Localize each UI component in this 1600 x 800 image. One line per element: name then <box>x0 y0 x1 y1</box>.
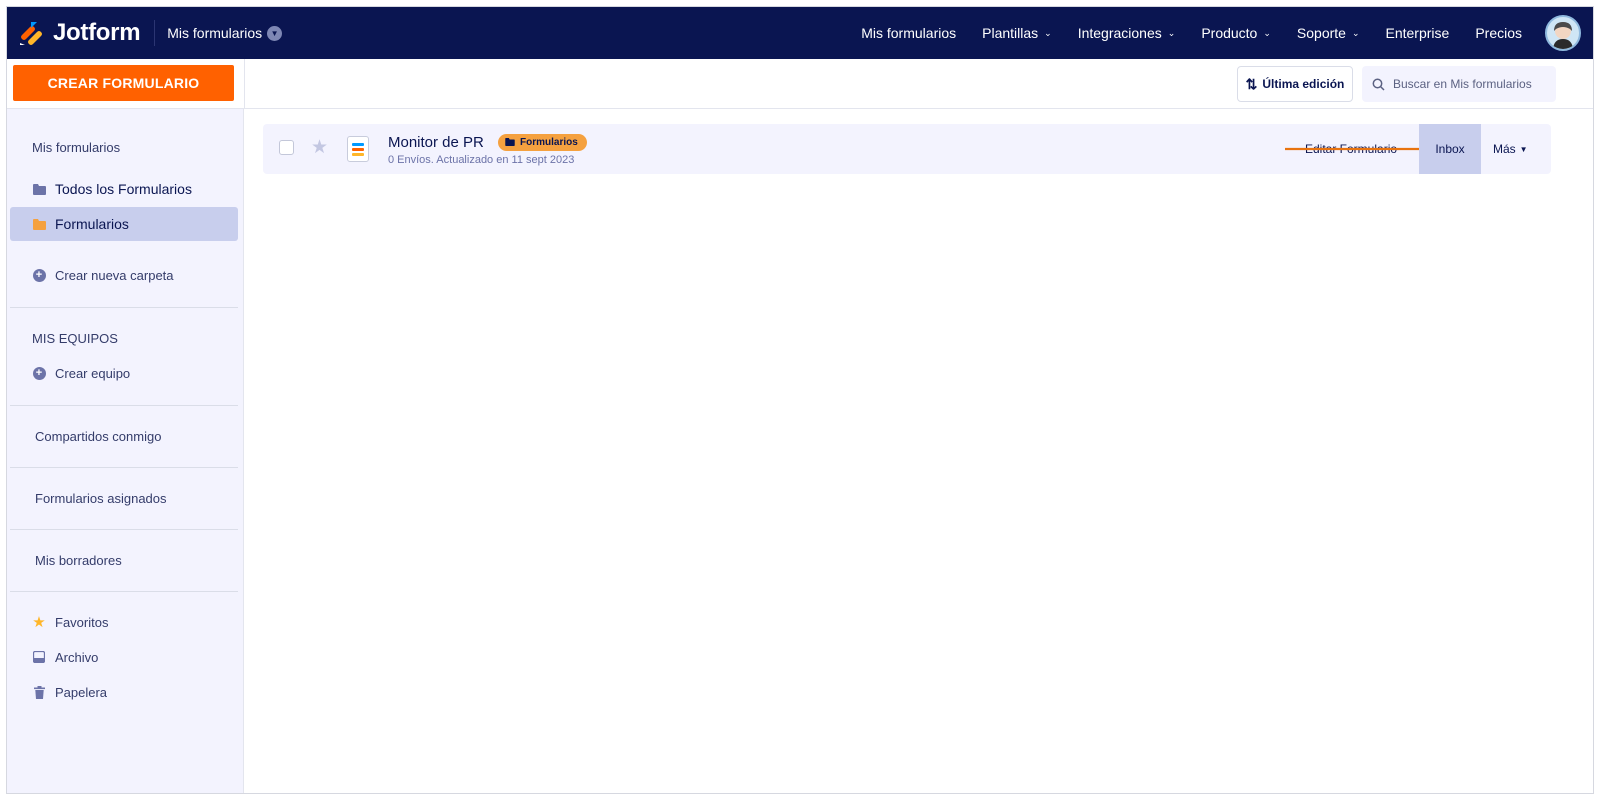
form-title[interactable]: Monitor de PR <box>388 134 484 151</box>
create-form-button[interactable]: CREAR FORMULARIO <box>13 65 234 101</box>
main-nav: Mis formularios Plantillas ⌄ Integracione… <box>848 7 1593 59</box>
chevron-down-icon: ⌄ <box>1167 27 1176 38</box>
plus-circle-icon: + <box>32 268 46 282</box>
chevron-down-icon: ⌄ <box>1044 27 1052 38</box>
toolbar-divider <box>244 59 245 108</box>
edit-form-button[interactable]: Editar Formulario <box>1305 142 1397 156</box>
sidebar-item-label: Papelera <box>55 684 108 700</box>
search-input[interactable] <box>1393 77 1543 91</box>
folder-icon <box>32 218 46 230</box>
nav-label: Precios <box>1475 25 1522 41</box>
plus-circle-icon: + <box>32 366 46 380</box>
nav-enterprise[interactable]: Enterprise <box>1386 25 1450 41</box>
nav-label: Enterprise <box>1385 25 1450 41</box>
jotform-logo-icon <box>20 22 42 45</box>
more-label: Más <box>1493 142 1516 156</box>
nav-mis-formularios[interactable]: Mis formularios <box>861 25 956 41</box>
nav-producto[interactable]: Producto ⌄ <box>1201 25 1271 41</box>
search-icon <box>1372 78 1385 91</box>
sidebar-divider <box>10 307 238 308</box>
teams-heading: MIS EQUIPOS <box>32 331 118 346</box>
inbox-button[interactable]: Inbox <box>1419 124 1481 174</box>
sidebar-divider <box>10 591 238 592</box>
sidebar-item-label: Favoritos <box>55 614 109 630</box>
create-folder-link[interactable]: + Crear nueva carpeta <box>10 258 238 292</box>
workspace-switcher[interactable]: Mis formularios ▼ <box>167 25 283 41</box>
workspace-label: Mis formularios <box>167 25 263 41</box>
sidebar-item-archive[interactable]: Archivo <box>10 640 238 674</box>
user-avatar[interactable] <box>1545 15 1581 51</box>
create-team-label: Crear equipo <box>55 365 131 381</box>
sidebar-item-all-forms[interactable]: Todos los Formularios <box>10 172 238 206</box>
shared-with-me-link[interactable]: Compartidos conmigo <box>35 429 161 444</box>
sidebar-item-label: Archivo <box>55 649 99 665</box>
form-list-row[interactable]: ★ Monitor de PR Formularios 0 Envíos. Ac… <box>263 124 1551 174</box>
favorite-star-icon[interactable]: ★ <box>311 136 328 159</box>
sidebar-item-trash[interactable]: Papelera <box>10 675 238 709</box>
form-meta: 0 Envíos. Actualizado en 11 sept 2023 <box>388 154 575 166</box>
chevron-down-icon: ▼ <box>267 25 283 41</box>
sidebar: Mis formularios Todos los Formularios Fo… <box>7 109 244 793</box>
nav-label: Integraciones <box>1077 25 1162 41</box>
chevron-down-icon: ⌄ <box>1351 27 1360 38</box>
nav-label: Producto <box>1201 25 1258 41</box>
sidebar-item-label: Todos los Formularios <box>55 181 192 197</box>
sidebar-divider <box>10 467 238 468</box>
top-navbar: Jotform Mis formularios ▼ Mis formulario… <box>7 7 1593 59</box>
sort-button[interactable]: ⇅ Última edición <box>1237 66 1353 102</box>
drafts-link[interactable]: Mis borradores <box>35 553 122 568</box>
nav-divider <box>154 20 156 46</box>
nav-label: Soporte <box>1296 25 1346 41</box>
star-icon: ★ <box>32 614 46 631</box>
brand-name: Jotform <box>53 19 141 46</box>
sidebar-item-formularios[interactable]: Formularios <box>10 207 238 241</box>
sidebar-divider <box>10 405 238 406</box>
sort-label: Última edición <box>1262 77 1345 91</box>
search-box <box>1362 66 1556 102</box>
chevron-down-icon: ▼ <box>1519 144 1528 154</box>
sidebar-heading-forms: Mis formularios <box>32 140 121 155</box>
folder-icon <box>505 137 515 148</box>
folder-tag[interactable]: Formularios <box>498 134 587 151</box>
jotform-logo[interactable]: Jotform <box>19 19 141 47</box>
sort-icon: ⇅ <box>1245 75 1258 92</box>
avatar-icon <box>1553 22 1573 49</box>
chevron-down-icon: ⌄ <box>1263 27 1271 38</box>
sidebar-divider <box>10 529 238 530</box>
toolbar: CREAR FORMULARIO ⇅ Última edición <box>7 59 1593 109</box>
sidebar-item-favorites[interactable]: ★ Favoritos <box>10 605 238 639</box>
app-window: Jotform Mis formularios ▼ Mis formulario… <box>6 6 1594 794</box>
archive-icon <box>32 651 46 663</box>
nav-integraciones[interactable]: Integraciones ⌄ <box>1078 25 1176 41</box>
trash-icon <box>32 685 46 699</box>
folder-icon <box>32 183 46 195</box>
form-document-icon <box>347 136 369 162</box>
nav-precios[interactable]: Precios <box>1475 25 1522 41</box>
nav-soporte[interactable]: Soporte ⌄ <box>1297 25 1360 41</box>
sidebar-item-label: Formularios <box>55 216 129 232</box>
form-select-checkbox[interactable] <box>279 140 294 155</box>
inbox-label: Inbox <box>1435 142 1465 156</box>
create-folder-label: Crear nueva carpeta <box>55 267 174 283</box>
assigned-forms-link[interactable]: Formularios asignados <box>35 491 167 506</box>
create-team-link[interactable]: + Crear equipo <box>10 356 238 390</box>
nav-label: Mis formularios <box>861 25 957 41</box>
folder-tag-label: Formularios <box>520 137 578 148</box>
nav-label: Plantillas <box>982 25 1039 41</box>
nav-plantillas[interactable]: Plantillas ⌄ <box>982 25 1052 41</box>
more-button[interactable]: Más ▼ <box>1493 142 1528 156</box>
